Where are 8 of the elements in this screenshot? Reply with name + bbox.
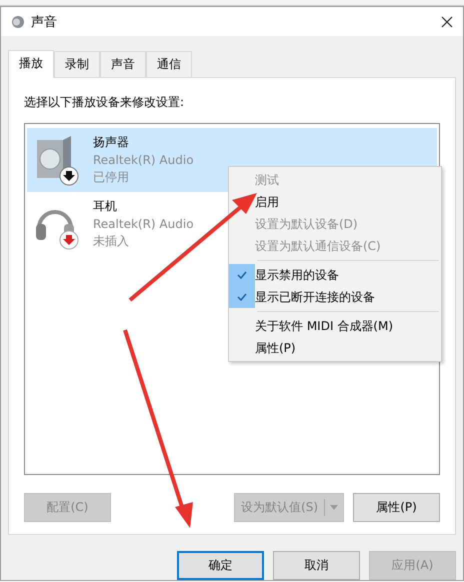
device-name: 扬声器 (93, 134, 130, 152)
window-title: 声音 (31, 14, 58, 31)
instruction-text: 选择以下播放设备来修改设置: (24, 94, 186, 112)
device-name: 耳机 (93, 198, 118, 216)
device-driver: Realtek(R) Audio (93, 217, 194, 232)
device-status: 未插入 (93, 233, 130, 250)
device-status: 已停用 (93, 169, 130, 186)
device-driver: Realtek(R) Audio (93, 153, 194, 168)
